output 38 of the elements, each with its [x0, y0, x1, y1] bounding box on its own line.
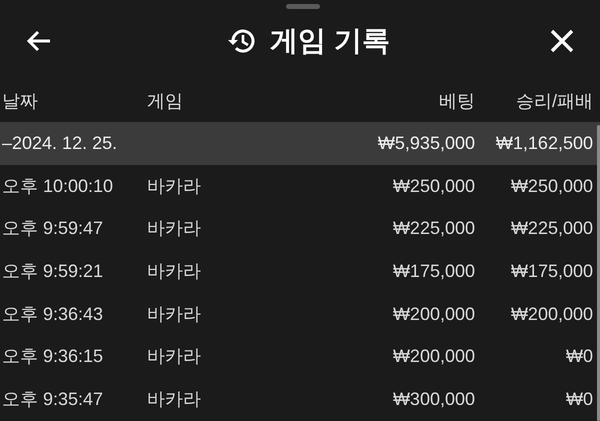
table-cell: 오후 9:35:47: [2, 388, 104, 409]
column-header: 베팅: [439, 90, 475, 110]
table-cell: ₩175,000: [510, 260, 593, 281]
table-cell: ₩300,000: [392, 388, 475, 409]
table-cell: ₩200,000: [510, 304, 593, 324]
group-total: ₩5,935,000: [378, 132, 475, 153]
table-cell: 바카라: [147, 260, 201, 281]
table-cell: 바카라: [147, 218, 201, 238]
column-header: 승리/패배: [516, 90, 593, 110]
table-cell: ₩225,000: [392, 218, 475, 238]
table-cell: 바카라: [147, 304, 201, 324]
table-cell: ₩175,000: [392, 260, 475, 281]
table-cell: ₩0: [566, 388, 593, 409]
table-cell: ₩250,000: [510, 176, 593, 196]
table-cell: 오후 9:59:47: [2, 218, 104, 238]
scrollbar[interactable]: [597, 125, 600, 421]
column-header: 게임: [147, 90, 183, 110]
back-arrow-icon[interactable]: [26, 30, 52, 52]
table-cell: 바카라: [147, 176, 201, 196]
table-cell: ₩250,000: [392, 176, 475, 196]
history-icon: [228, 28, 256, 54]
table-cell: 오후 9:59:21: [2, 260, 104, 281]
drag-handle[interactable]: [286, 4, 320, 9]
table-cell: 바카라: [147, 346, 201, 366]
table-cell: 오후 10:00:10: [2, 176, 114, 196]
table-cell: ₩0: [566, 346, 593, 366]
table-cell: ₩200,000: [392, 304, 475, 324]
table-cell: 바카라: [147, 388, 201, 409]
group-total: ₩1,162,500: [496, 132, 593, 153]
group-date: –2024. 12. 25.: [2, 132, 118, 153]
table-cell: ₩225,000: [510, 218, 593, 238]
table-cell: 오후 9:36:43: [2, 304, 104, 324]
window-title: 게임 기록: [270, 24, 390, 58]
table-cell: ₩200,000: [392, 346, 475, 366]
table-cell: 오후 9:36:15: [2, 346, 104, 366]
column-header: 날짜: [2, 90, 38, 110]
date-group-row[interactable]: –2024. 12. 25. ₩5,935,000 ₩1,162,500: [0, 122, 600, 165]
close-icon[interactable]: [550, 29, 574, 53]
